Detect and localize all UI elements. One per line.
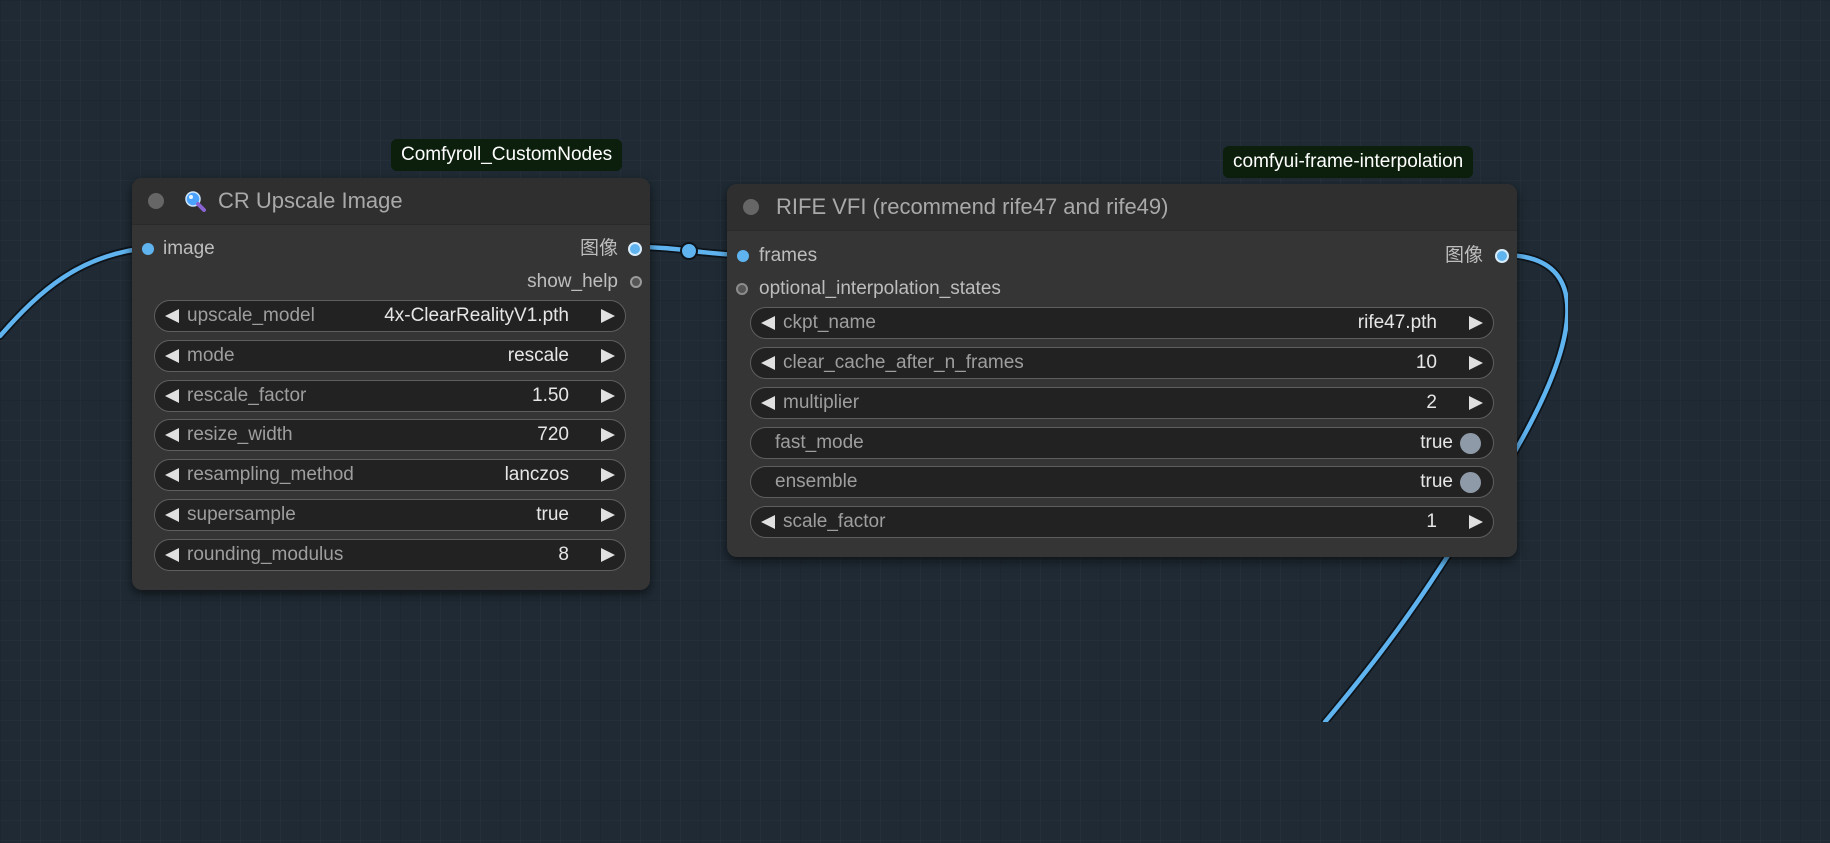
node-title: CR Upscale Image <box>218 188 403 213</box>
widget-resize-width[interactable]: resize_width 720 <box>154 419 626 451</box>
slot-label: frames <box>759 245 818 266</box>
increment-arrow-icon[interactable] <box>601 349 615 363</box>
node-header[interactable]: CR Upscale Image <box>132 178 650 225</box>
widget-value: 1 <box>1426 511 1437 532</box>
output-slot-show-help[interactable]: show_help <box>527 270 642 294</box>
widget-label: mode <box>187 345 235 366</box>
input-slot-frames[interactable]: frames <box>735 244 817 268</box>
decrement-arrow-icon[interactable] <box>165 389 179 403</box>
increment-arrow-icon[interactable] <box>601 389 615 403</box>
input-slot-optional-interpolation-states[interactable]: optional_interpolation_states <box>735 277 1001 301</box>
node-source-badge: Comfyroll_CustomNodes <box>391 139 623 171</box>
input-connector[interactable] <box>736 283 748 295</box>
link-into-upscale <box>0 244 151 340</box>
slot-label: 图像 <box>1444 245 1483 266</box>
slot-label: 图像 <box>579 238 618 259</box>
output-slot-image[interactable]: 图像 <box>580 237 642 261</box>
collapse-toggle[interactable] <box>148 193 164 209</box>
graph-canvas[interactable]: Comfyroll_CustomNodes CR Upscale Image i… <box>0 0 1568 722</box>
increment-arrow-icon[interactable] <box>1469 515 1483 529</box>
widget-label: rounding_modulus <box>187 544 344 565</box>
toggle-knob[interactable] <box>1460 433 1481 454</box>
decrement-arrow-icon[interactable] <box>165 309 179 323</box>
slot-label: show_help <box>527 271 618 292</box>
node-title: RIFE VFI (recommend rife47 and rife49) <box>776 194 1169 219</box>
widget-label: multiplier <box>783 392 860 413</box>
widget-label: fast_mode <box>775 432 864 453</box>
magnifier-icon <box>185 191 206 212</box>
widget-label: resampling_method <box>187 464 354 485</box>
widget-value: rife47.pth <box>1357 312 1437 333</box>
output-connector[interactable] <box>630 276 642 288</box>
widget-ckpt-name[interactable]: ckpt_name rife47.pth <box>750 307 1494 339</box>
widget-label: clear_cache_after_n_frames <box>783 352 1024 373</box>
increment-arrow-icon[interactable] <box>1469 316 1483 330</box>
widget-upscale-model[interactable]: upscale_model 4x-ClearRealityV1.pth <box>154 300 626 332</box>
widget-value: lanczos <box>504 464 569 485</box>
widget-label: rescale_factor <box>187 385 307 406</box>
decrement-arrow-icon[interactable] <box>761 356 775 370</box>
input-slot-image[interactable]: image <box>140 237 215 261</box>
node-header[interactable]: RIFE VFI (recommend rife47 and rife49) <box>727 184 1517 231</box>
slot-label: image <box>163 238 215 259</box>
widget-ensemble[interactable]: ensemble true <box>750 466 1494 498</box>
increment-arrow-icon[interactable] <box>601 548 615 562</box>
widget-rounding-modulus[interactable]: rounding_modulus 8 <box>154 539 626 571</box>
toggle-knob[interactable] <box>1460 472 1481 493</box>
cr-upscale-image-node[interactable]: CR Upscale Image image 图像 show_help upsc… <box>132 178 650 590</box>
output-connector[interactable] <box>628 242 642 256</box>
output-slot-image[interactable]: 图像 <box>1445 244 1509 268</box>
decrement-arrow-icon[interactable] <box>165 508 179 522</box>
widget-value: 10 <box>1415 352 1437 373</box>
widget-value: 1.50 <box>532 385 569 406</box>
increment-arrow-icon[interactable] <box>601 428 615 442</box>
widget-scale-factor[interactable]: scale_factor 1 <box>750 506 1494 538</box>
widget-value: true <box>1420 471 1453 492</box>
widget-value: 720 <box>537 424 569 445</box>
collapse-toggle[interactable] <box>743 199 759 215</box>
increment-arrow-icon[interactable] <box>601 309 615 323</box>
decrement-arrow-icon[interactable] <box>165 428 179 442</box>
decrement-arrow-icon[interactable] <box>165 468 179 482</box>
widget-value: 4x-ClearRealityV1.pth <box>384 305 569 326</box>
slot-label: optional_interpolation_states <box>759 278 1001 299</box>
node-source-badge: comfyui-frame-interpolation <box>1223 146 1474 178</box>
increment-arrow-icon[interactable] <box>1469 356 1483 370</box>
decrement-arrow-icon[interactable] <box>165 548 179 562</box>
widget-value: rescale <box>507 345 569 366</box>
decrement-arrow-icon[interactable] <box>761 515 775 529</box>
widget-label: resize_width <box>187 424 293 445</box>
increment-arrow-icon[interactable] <box>601 508 615 522</box>
widget-label: ensemble <box>775 471 858 492</box>
decrement-arrow-icon[interactable] <box>761 396 775 410</box>
link-midpoint-handle <box>680 242 698 260</box>
increment-arrow-icon[interactable] <box>1469 396 1483 410</box>
widget-resampling-method[interactable]: resampling_method lanczos <box>154 459 626 491</box>
output-connector[interactable] <box>1495 249 1509 263</box>
increment-arrow-icon[interactable] <box>601 468 615 482</box>
widget-rescale-factor[interactable]: rescale_factor 1.50 <box>154 380 626 412</box>
widget-supersample[interactable]: supersample true <box>154 499 626 531</box>
input-connector[interactable] <box>737 250 749 262</box>
widget-label: ckpt_name <box>783 312 876 333</box>
widget-clear-cache-after-n-frames[interactable]: clear_cache_after_n_frames 10 <box>750 347 1494 379</box>
input-connector[interactable] <box>142 243 154 255</box>
rife-vfi-node[interactable]: RIFE VFI (recommend rife47 and rife49) f… <box>727 184 1517 557</box>
widget-value: true <box>1420 432 1453 453</box>
widget-label: scale_factor <box>783 511 886 532</box>
widget-value: 2 <box>1426 392 1437 413</box>
widget-value: true <box>536 504 569 525</box>
widget-label: upscale_model <box>187 305 315 326</box>
widget-mode[interactable]: mode rescale <box>154 340 626 372</box>
widget-label: supersample <box>187 504 296 525</box>
decrement-arrow-icon[interactable] <box>761 316 775 330</box>
widget-fast-mode[interactable]: fast_mode true <box>750 427 1494 459</box>
decrement-arrow-icon[interactable] <box>165 349 179 363</box>
widget-multiplier[interactable]: multiplier 2 <box>750 387 1494 419</box>
widget-value: 8 <box>558 544 569 565</box>
